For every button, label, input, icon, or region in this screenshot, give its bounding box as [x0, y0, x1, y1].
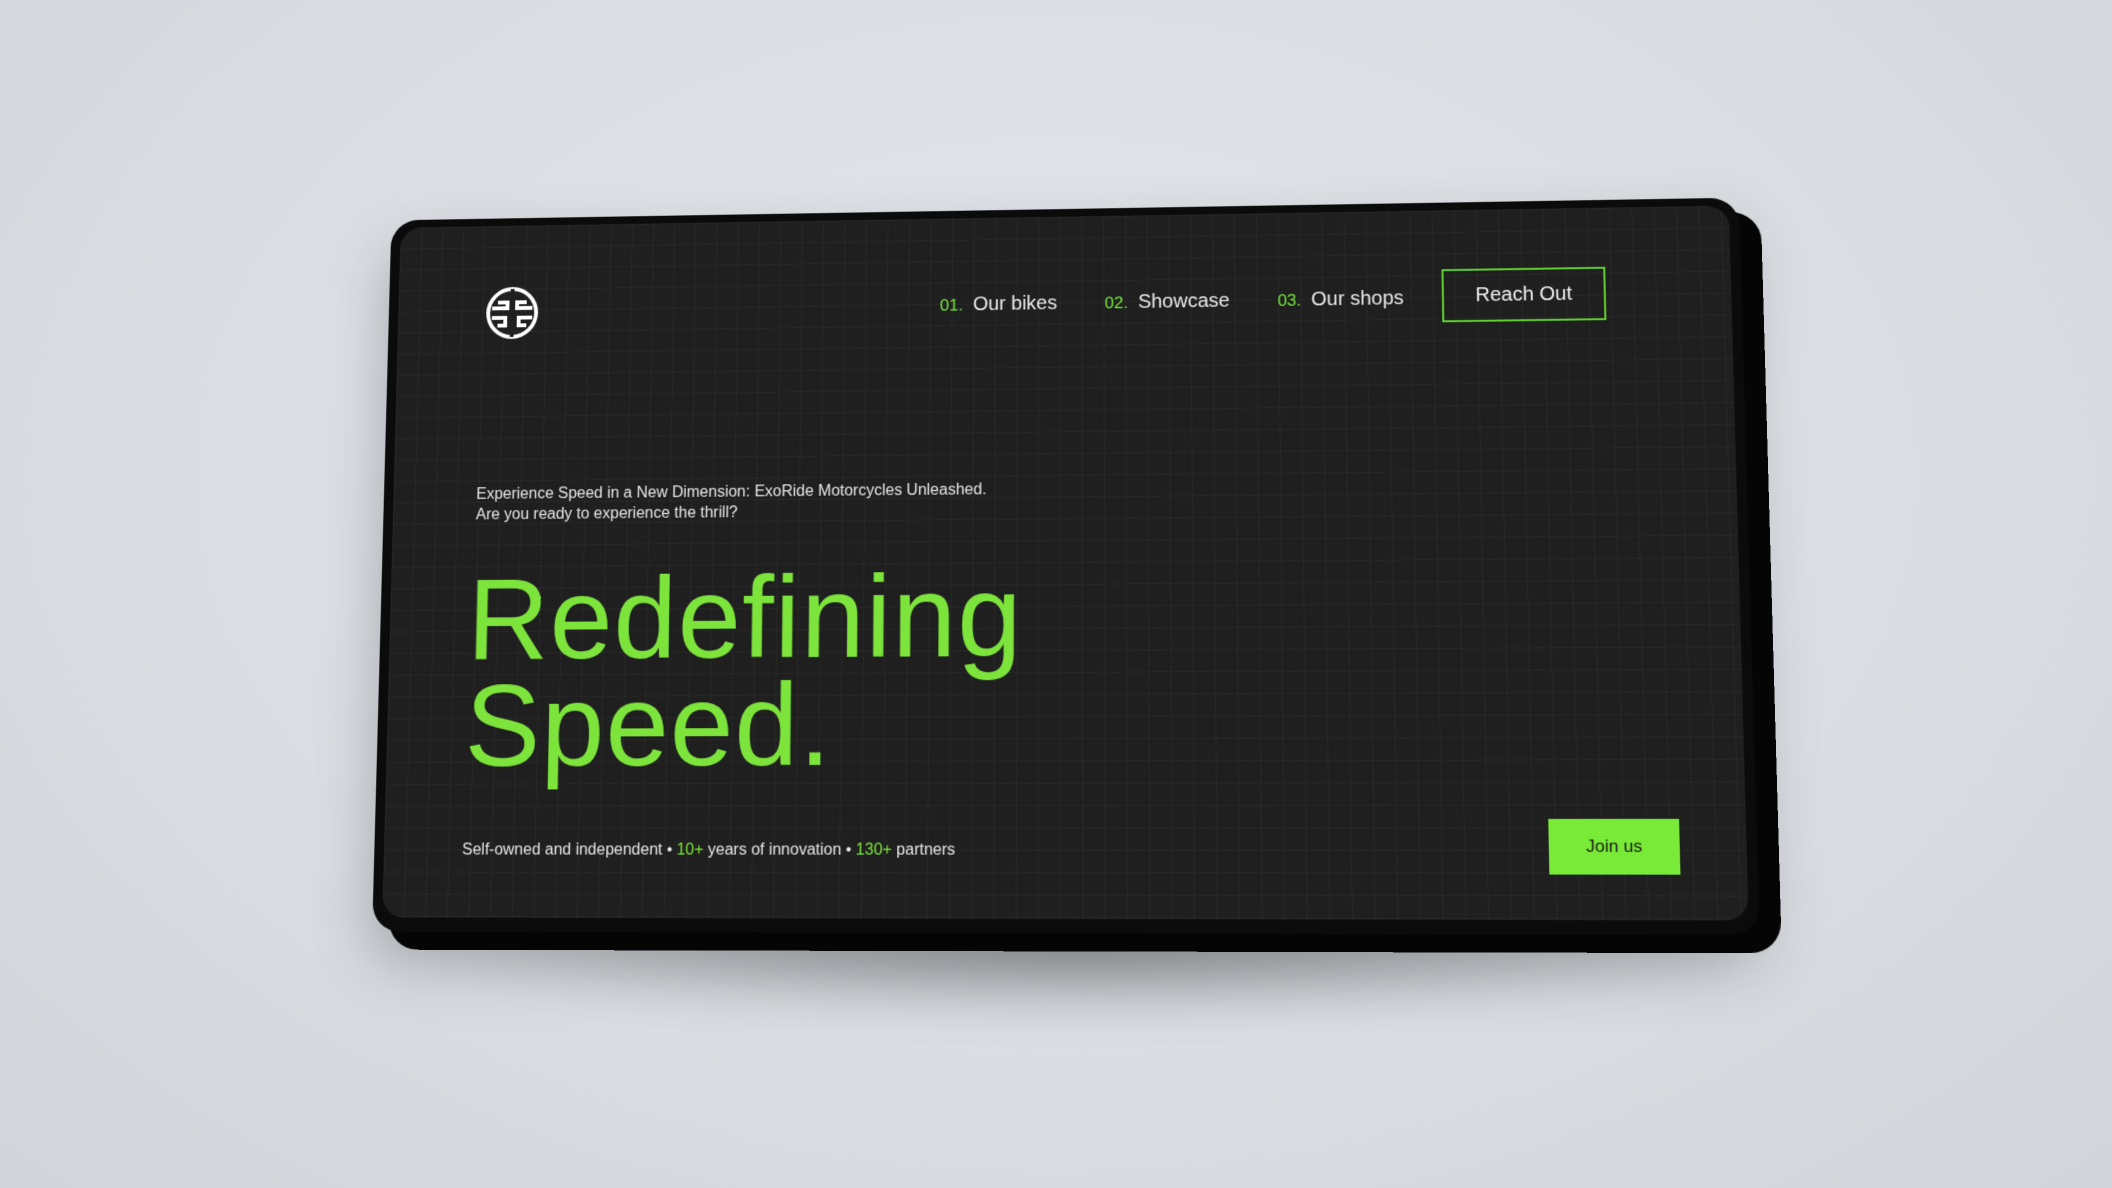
reach-out-button[interactable]: Reach Out — [1441, 267, 1606, 323]
device-frame: 01. Our bikes 02. Showcase 03. Our shops… — [372, 198, 1759, 936]
website-screen: 01. Our bikes 02. Showcase 03. Our shops… — [382, 206, 1748, 921]
partners-stat: 130+ — [856, 842, 892, 859]
nav-item-showcase[interactable]: 02. Showcase — [1105, 290, 1230, 314]
nav-label: Showcase — [1138, 290, 1230, 314]
main-nav: 01. Our bikes 02. Showcase 03. Our shops — [940, 287, 1404, 316]
nav-number: 01. — [940, 296, 963, 316]
headline-line-1: Redefining — [466, 562, 1022, 672]
stats-line: Self-owned and independent • 10+ years o… — [462, 841, 955, 859]
nav-number: 03. — [1277, 291, 1301, 311]
hero-intro: Experience Speed in a New Dimension: Exo… — [476, 479, 987, 525]
nav-label: Our shops — [1311, 287, 1404, 311]
hero-headline: Redefining Speed. — [464, 562, 1023, 779]
stats-text-3: partners — [892, 842, 955, 859]
intro-line-2: Are you ready to experience the thrill? — [476, 500, 987, 525]
nav-label: Our bikes — [973, 293, 1057, 317]
years-stat: 10+ — [677, 842, 704, 859]
mockup-stage: 01. Our bikes 02. Showcase 03. Our shops… — [0, 0, 2112, 1188]
stats-text-2: years of innovation • — [703, 842, 856, 859]
stats-text-1: Self-owned and independent • — [462, 841, 677, 858]
nav-number: 02. — [1105, 293, 1128, 313]
abstract-emblem-icon[interactable] — [484, 285, 541, 341]
join-us-button[interactable]: Join us — [1548, 819, 1680, 875]
nav-item-our-shops[interactable]: 03. Our shops — [1277, 287, 1403, 311]
headline-line-2: Speed. — [464, 670, 1023, 780]
nav-item-our-bikes[interactable]: 01. Our bikes — [940, 293, 1057, 317]
